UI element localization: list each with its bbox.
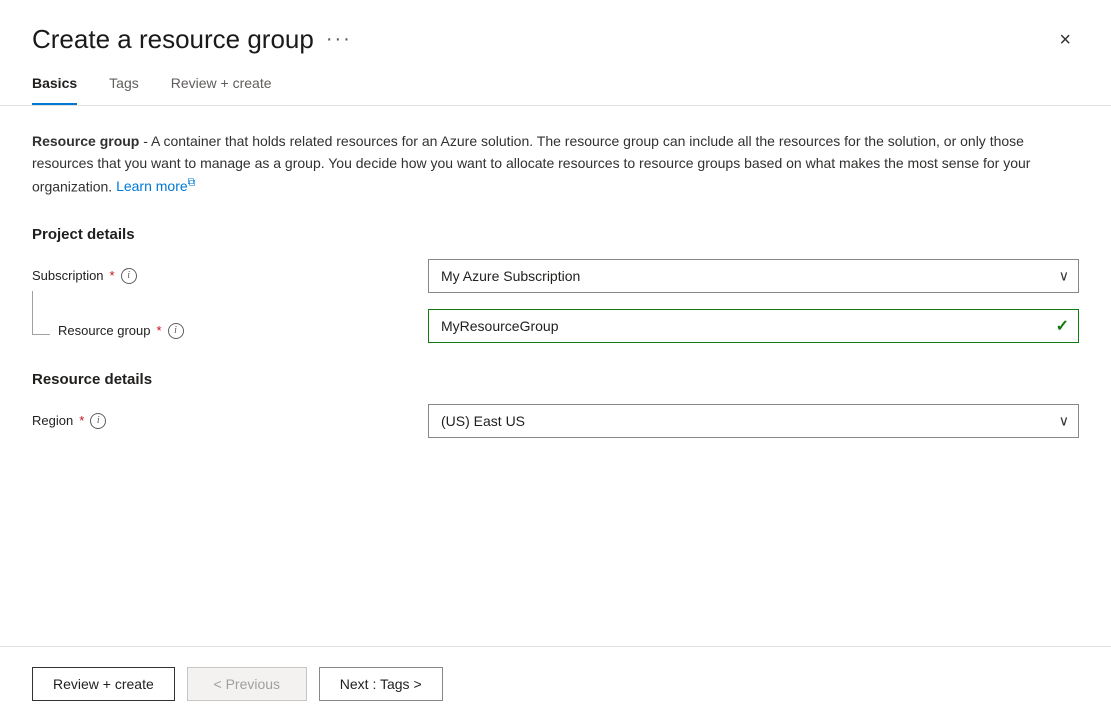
resource-group-label: Resource group: [58, 323, 151, 338]
resource-group-description: Resource group - A container that holds …: [32, 130, 1079, 198]
create-resource-group-dialog: Create a resource group ··· × Basics Tag…: [0, 0, 1111, 721]
subscription-info-icon[interactable]: i: [121, 268, 137, 284]
close-button[interactable]: ×: [1051, 26, 1079, 54]
more-options-icon[interactable]: ···: [326, 28, 352, 51]
resource-group-select-wrapper: MyResourceGroup ✓: [428, 309, 1079, 343]
subscription-control: My Azure Subscription ∨: [428, 259, 1079, 293]
description-bold: Resource group: [32, 133, 139, 149]
review-create-button[interactable]: Review + create: [32, 667, 175, 701]
dialog-title: Create a resource group: [32, 24, 314, 55]
subscription-row: Subscription * i My Azure Subscription ∨: [32, 259, 1079, 293]
region-select[interactable]: (US) East US: [428, 404, 1079, 438]
resource-group-label-area: Resource group * i: [58, 313, 184, 339]
resource-details-title: Resource details: [32, 371, 1079, 388]
region-label: Region: [32, 413, 73, 428]
region-info-icon[interactable]: i: [90, 413, 106, 429]
project-details-section: Project details Subscription * i My Azur…: [32, 226, 1079, 343]
resource-details-section: Resource details Region * i (US) East US…: [32, 371, 1079, 438]
title-area: Create a resource group ···: [32, 24, 352, 55]
tabs-bar: Basics Tags Review + create: [0, 55, 1111, 106]
subscription-required: *: [110, 268, 115, 283]
resource-group-indent: Resource group * i: [32, 313, 412, 339]
main-content: Resource group - A container that holds …: [0, 106, 1111, 646]
indent-bracket: [32, 291, 50, 335]
dialog-footer: Review + create < Previous Next : Tags >: [0, 646, 1111, 721]
resource-group-required: *: [157, 323, 162, 338]
region-label-area: Region * i: [32, 413, 412, 429]
learn-more-link[interactable]: Learn more⧉: [116, 178, 195, 194]
subscription-select[interactable]: My Azure Subscription: [428, 259, 1079, 293]
external-link-icon: ⧉: [188, 177, 196, 189]
subscription-label-area: Subscription * i: [32, 268, 412, 284]
region-select-wrapper: (US) East US ∨: [428, 404, 1079, 438]
tab-tags[interactable]: Tags: [109, 75, 139, 105]
resource-group-row: Resource group * i MyResourceGroup ✓: [32, 309, 1079, 343]
project-details-title: Project details: [32, 226, 1079, 243]
subscription-select-wrapper: My Azure Subscription ∨: [428, 259, 1079, 293]
previous-button[interactable]: < Previous: [187, 667, 307, 701]
dialog-header: Create a resource group ··· ×: [0, 0, 1111, 55]
resource-group-select[interactable]: MyResourceGroup: [428, 309, 1079, 343]
resource-group-control: MyResourceGroup ✓: [428, 309, 1079, 343]
region-control: (US) East US ∨: [428, 404, 1079, 438]
resource-group-info-icon[interactable]: i: [168, 323, 184, 339]
tab-review-create[interactable]: Review + create: [171, 75, 272, 105]
subscription-label: Subscription: [32, 268, 104, 283]
tab-basics[interactable]: Basics: [32, 75, 77, 105]
next-tags-button[interactable]: Next : Tags >: [319, 667, 443, 701]
region-row: Region * i (US) East US ∨: [32, 404, 1079, 438]
region-required: *: [79, 413, 84, 428]
